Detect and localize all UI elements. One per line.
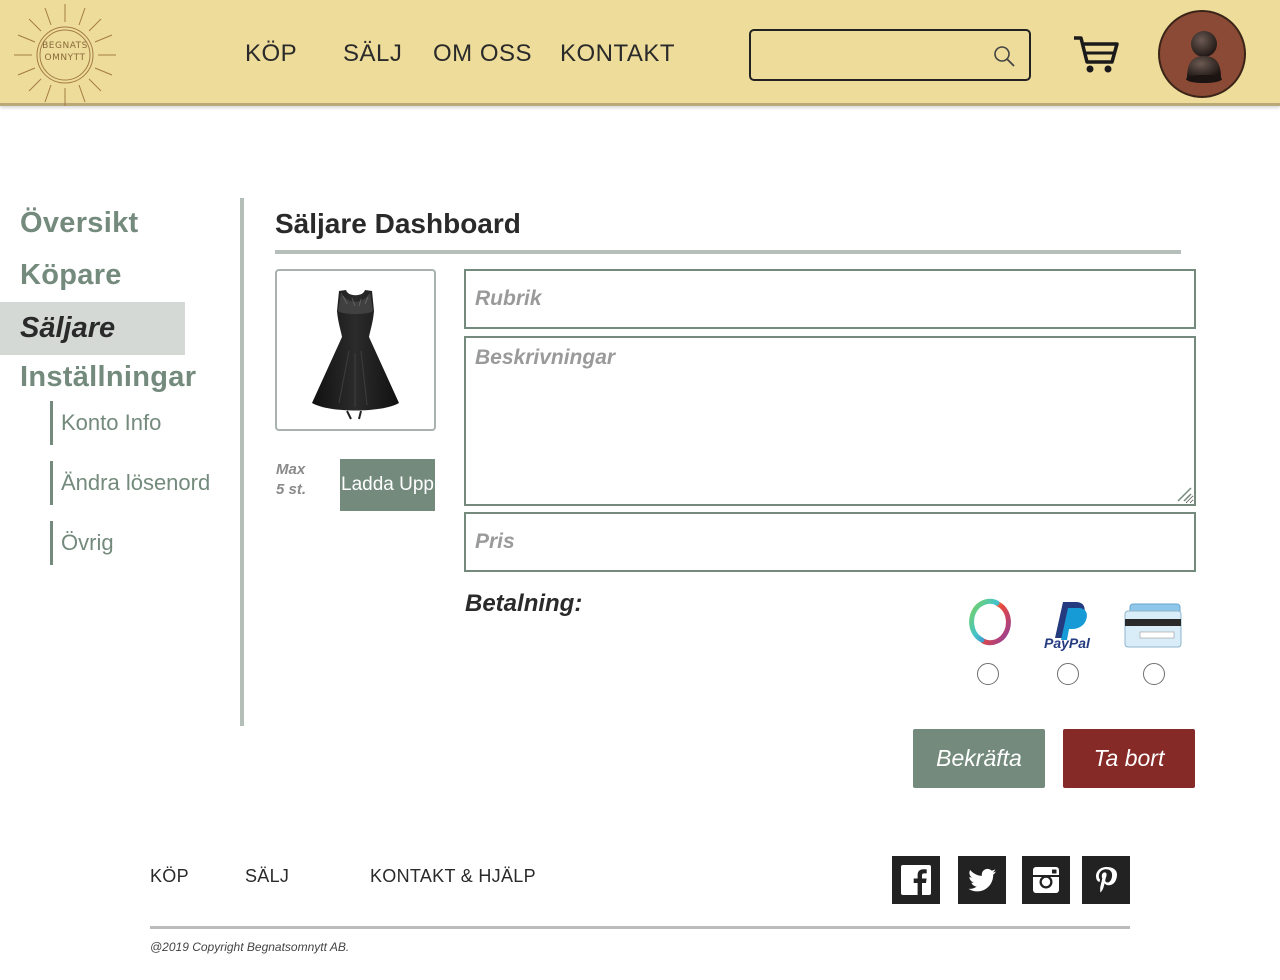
delete-button[interactable]: Ta bort	[1063, 729, 1195, 788]
logo[interactable]: BEGNATS OMNYTT	[12, 4, 118, 106]
confirm-button[interactable]: Bekräfta	[913, 729, 1045, 788]
instagram-icon	[1033, 867, 1059, 893]
title-underline	[275, 250, 1181, 254]
payment-label: Betalning:	[465, 590, 583, 617]
sidebar-item-label: Säljare	[20, 312, 116, 344]
cart-icon[interactable]	[1070, 32, 1122, 76]
twitter-button[interactable]	[958, 856, 1006, 904]
footer-link-kontakt-hjalp[interactable]: KONTAKT & HJÄLP	[370, 866, 536, 887]
logo-text-line-1: BEGNATS	[42, 41, 88, 51]
pinterest-icon	[1096, 867, 1117, 893]
upload-limit-text: Max 5 st.	[276, 460, 306, 500]
sidebar-item-installningar[interactable]: Inställningar	[20, 361, 196, 394]
search-input[interactable]	[759, 41, 979, 69]
search-box	[749, 29, 1031, 81]
sidebar-subitem-andra-losenord[interactable]: Ändra lösenord	[50, 461, 210, 505]
user-avatar[interactable]	[1158, 10, 1246, 98]
nav-kop[interactable]: KÖP	[245, 40, 297, 68]
sidebar-item-saljare[interactable]: Säljare	[0, 302, 185, 355]
title-input[interactable]	[464, 269, 1196, 329]
sidebar-item-kopare[interactable]: Köpare	[20, 259, 122, 292]
paypal-text: PayPal	[1044, 635, 1090, 651]
footer-link-kop[interactable]: KÖP	[150, 866, 189, 887]
card-icon	[1124, 603, 1182, 648]
nav-salj[interactable]: SÄLJ	[343, 40, 402, 68]
resize-grip-icon[interactable]	[1174, 486, 1192, 502]
sidebar-subitem-ovrig[interactable]: Övrig	[50, 521, 114, 565]
logo-text: BEGNATS OMNYTT	[12, 40, 118, 64]
radio-swish[interactable]	[977, 663, 999, 685]
upload-button[interactable]: Ladda Upp	[340, 459, 435, 511]
instagram-button[interactable]	[1022, 856, 1070, 904]
radio-paypal[interactable]	[1057, 663, 1079, 685]
pinterest-button[interactable]	[1082, 856, 1130, 904]
radio-card[interactable]	[1143, 663, 1165, 685]
header: BEGNATS OMNYTT KÖP SÄLJ OM OSS KONTAKT	[0, 0, 1280, 106]
footer-link-salj[interactable]: SÄLJ	[245, 866, 289, 887]
logo-text-line-2: OMNYTT	[44, 53, 86, 63]
twitter-icon	[968, 868, 996, 892]
upload-limit-line-1: Max	[276, 461, 306, 478]
black-dress-image	[312, 290, 399, 420]
product-photo[interactable]	[275, 269, 436, 431]
footer-divider	[150, 926, 1130, 929]
nav-kontakt[interactable]: KONTAKT	[560, 40, 675, 68]
swish-icon	[969, 598, 1011, 646]
description-textarea[interactable]	[464, 336, 1196, 506]
nav-om-oss[interactable]: OM OSS	[433, 40, 532, 68]
search-icon[interactable]	[991, 43, 1017, 69]
copyright-text: @2019 Copyright Begnatsomnytt AB.	[150, 940, 350, 954]
user-avatar-icon	[1186, 31, 1222, 83]
price-input[interactable]	[464, 512, 1196, 572]
facebook-button[interactable]	[892, 856, 940, 904]
upload-limit-line-2: 5 st.	[276, 481, 307, 498]
page-title: Säljare Dashboard	[275, 208, 521, 239]
sidebar-item-oversikt[interactable]: Översikt	[20, 207, 138, 240]
facebook-icon	[901, 865, 931, 895]
sidebar-subitem-konto-info[interactable]: Konto Info	[50, 401, 161, 445]
sidebar-divider	[240, 198, 244, 726]
